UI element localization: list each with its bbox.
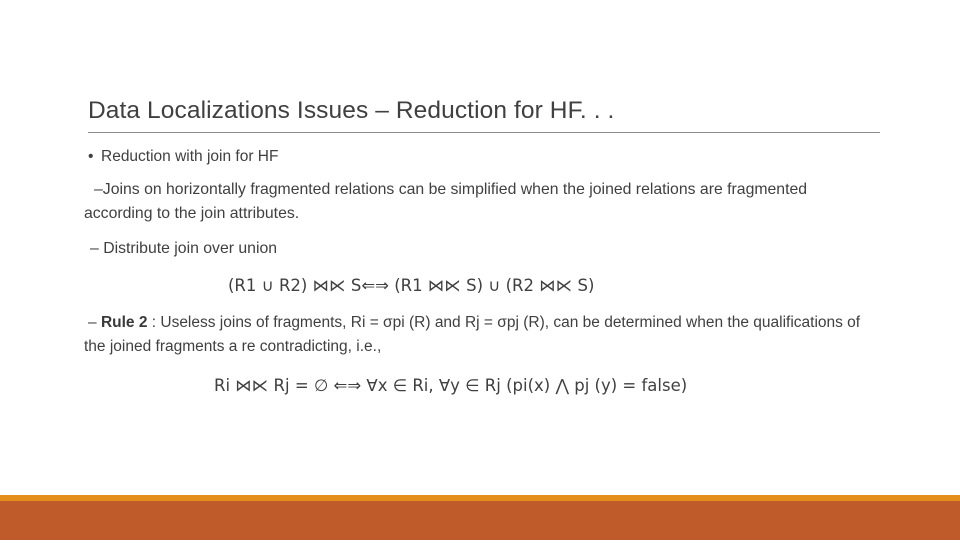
formula-useless-join-condition: Ri ⋈⋉ Rj = ∅ ⇐⇒ ∀x ∈ Ri, ∀y ∈ Rj (pi(x) …	[214, 376, 688, 395]
paragraph-rule-2: – Rule 2 : Useless joins of fragments, R…	[84, 311, 872, 358]
dash-marker-icon: –	[88, 314, 97, 331]
bullet-dot-icon: •	[88, 148, 94, 165]
title-divider	[88, 132, 880, 133]
page-title: Data Localizations Issues – Reduction fo…	[88, 97, 615, 124]
paragraph-rule-2-text: : Useless joins of fragments, Ri = σpi (…	[84, 314, 861, 355]
paragraph-distribute-join-over-union: – Distribute join over union	[84, 237, 860, 260]
title-block: Data Localizations Issues – Reduction fo…	[88, 96, 888, 133]
bullet-item-reduction-with-join: • Reduction with join for HF	[88, 146, 960, 168]
bullet-item-label: Reduction with join for HF	[101, 148, 279, 165]
rule-2-label: Rule 2	[100, 314, 148, 331]
paragraph-distribute-text: Distribute join over union	[103, 240, 278, 257]
slide-canvas: Data Localizations Issues – Reduction fo…	[0, 0, 960, 540]
dash-marker-icon: –	[94, 181, 103, 198]
paragraph-joins-horizontal-fragmentation: –Joins on horizontally fragmented relati…	[84, 178, 852, 225]
formula-distribute-join-over-union: (R1 ∪ R2) ⋈⋉ S⇐⇒ (R1 ⋈⋉ S) ∪ (R2 ⋈⋉ S)	[228, 276, 595, 295]
footer-accent-bar-terracotta	[0, 501, 960, 540]
paragraph-joins-text: Joins on horizontally fragmented relatio…	[84, 181, 808, 222]
slide-body: • Reduction with join for HF –Joins on ho…	[0, 146, 960, 397]
dash-marker-icon: –	[90, 240, 99, 257]
